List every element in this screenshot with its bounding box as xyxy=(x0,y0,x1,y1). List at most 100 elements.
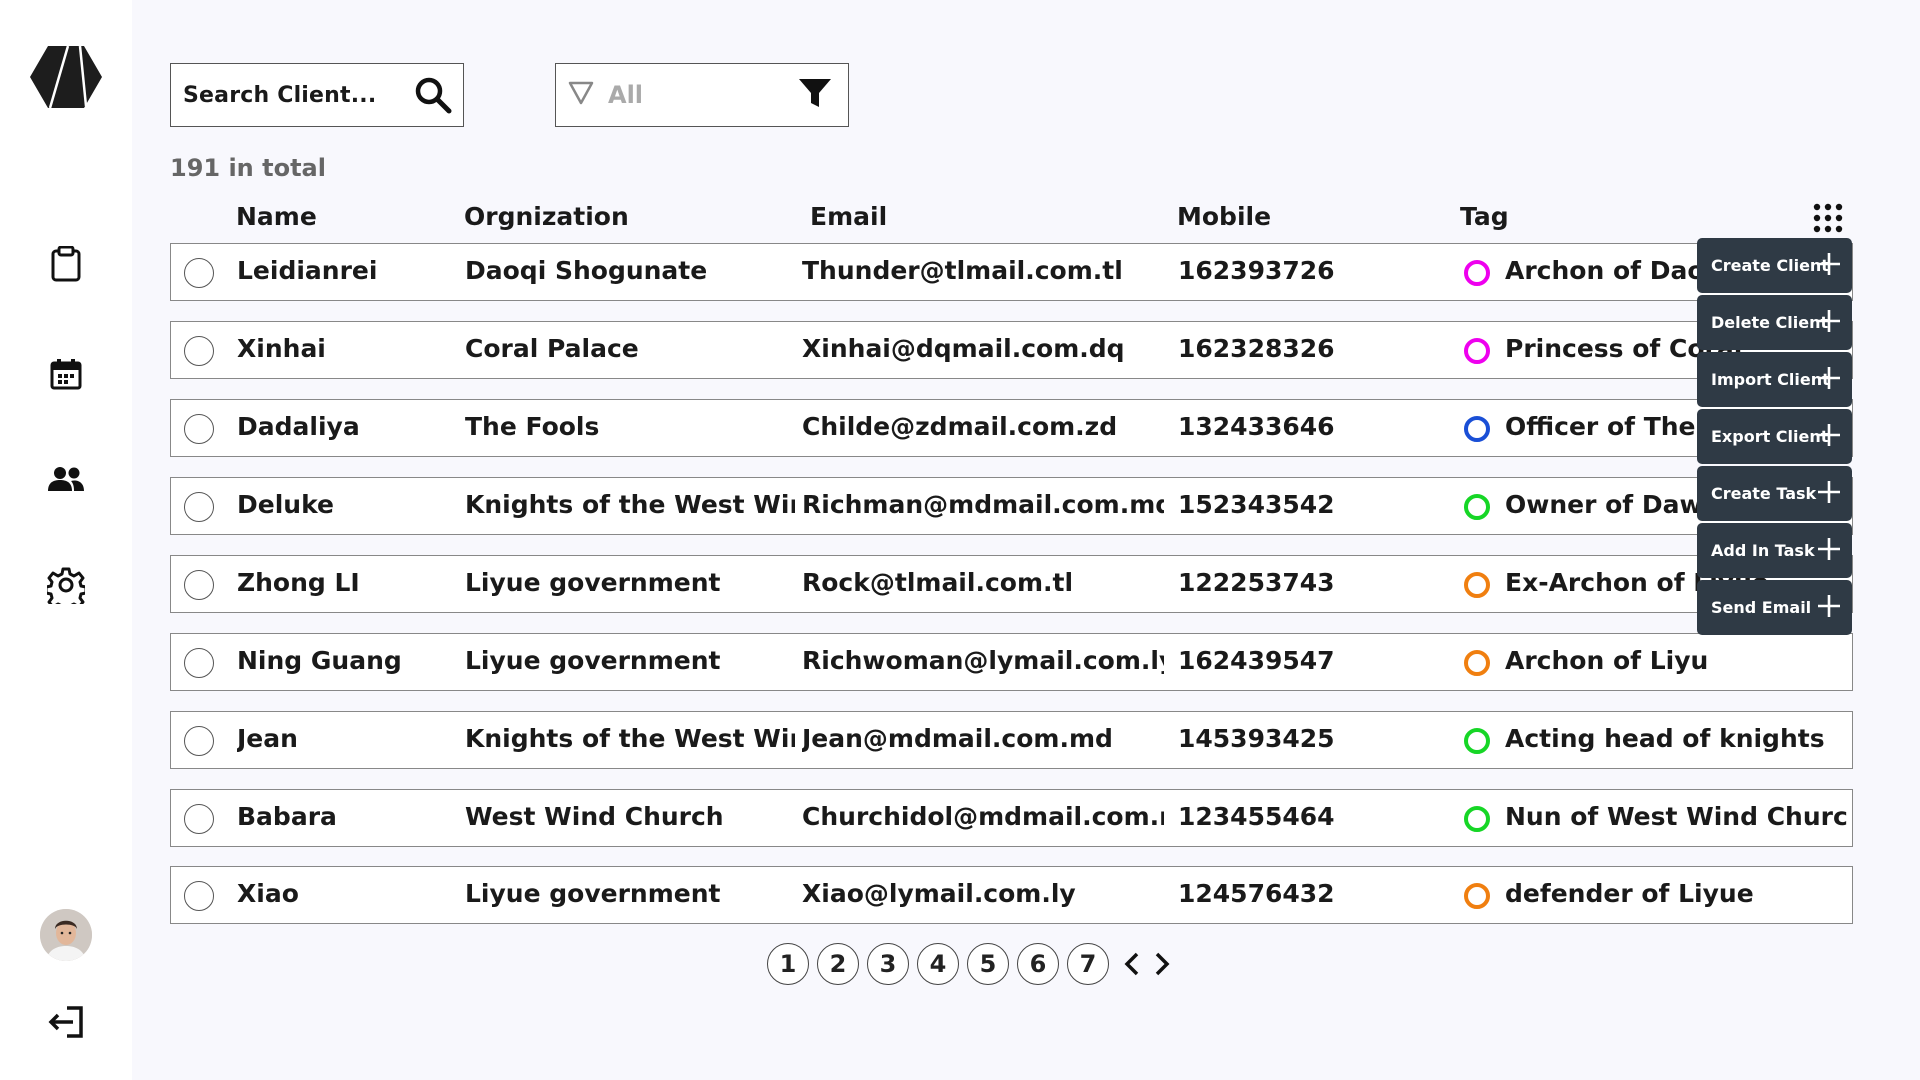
chevron-left-icon[interactable] xyxy=(1117,943,1147,985)
grid-menu-icon[interactable] xyxy=(1812,202,1844,234)
cell-organization: Liyue government xyxy=(465,646,721,675)
filter-outline-icon xyxy=(568,81,594,109)
table-row[interactable]: Ning Guang Liyue government Richwoman@lyma… xyxy=(170,633,1853,691)
cell-mobile: 162439547 xyxy=(1178,646,1335,675)
tag-color-icon xyxy=(1464,260,1490,286)
logout-icon[interactable] xyxy=(42,998,90,1046)
page-button[interactable]: 7 xyxy=(1067,943,1109,985)
cell-name: Xiao xyxy=(237,879,299,908)
cell-organization: Liyue government xyxy=(465,879,721,908)
table-row[interactable]: Leidianrei Daoqi Shogunate Thunder@tlmail.… xyxy=(170,243,1853,301)
search-box[interactable]: Search Client... xyxy=(170,63,464,127)
cell-name: Dadaliya xyxy=(237,412,360,441)
cell-organization: Daoqi Shogunate xyxy=(465,256,708,285)
column-header-email[interactable]: Email xyxy=(810,202,887,231)
cell-email: Thunder@tlmail.com.tl xyxy=(802,256,1123,285)
column-header-tag[interactable]: Tag xyxy=(1460,202,1509,231)
cell-mobile: 123455464 xyxy=(1178,802,1335,831)
cell-organization: Liyue government xyxy=(465,568,721,597)
cell-mobile: 145393425 xyxy=(1178,724,1335,753)
row-select-radio[interactable] xyxy=(184,726,214,756)
cell-mobile: 162393726 xyxy=(1178,256,1335,285)
table-row[interactable]: Zhong LI Liyue government Rock@tlmail.com.… xyxy=(170,555,1853,613)
action-menu: Create Client Delete Client Import Client E… xyxy=(1697,238,1852,637)
total-count: 191 in total xyxy=(170,154,326,182)
plus-icon xyxy=(1818,595,1840,617)
tag-color-icon xyxy=(1464,572,1490,598)
menu-item-label: Add In Task xyxy=(1711,541,1815,560)
row-select-radio[interactable] xyxy=(184,881,214,911)
table-row[interactable]: Xinhai Coral Palace Xinhai@dqmail.com.dq 16… xyxy=(170,321,1853,379)
page-button[interactable]: 6 xyxy=(1017,943,1059,985)
sidebar xyxy=(0,0,132,1080)
menu-item-add-in-task[interactable]: Add In Task xyxy=(1697,523,1852,578)
menu-item-label: Create Client xyxy=(1711,256,1829,275)
row-select-radio[interactable] xyxy=(184,414,214,444)
plus-icon xyxy=(1818,538,1840,560)
cell-organization: Knights of the West Wind xyxy=(465,490,795,519)
cell-email: Richwoman@lymail.com.ly xyxy=(802,646,1164,675)
table-row[interactable]: Dadaliya The Fools Childe@zdmail.com.zd 132… xyxy=(170,399,1853,457)
menu-item-export-client[interactable]: Export Client xyxy=(1697,409,1852,464)
column-header-organization[interactable]: Orgnization xyxy=(464,202,629,231)
people-icon[interactable] xyxy=(42,455,90,503)
menu-item-label: Create Task xyxy=(1711,484,1817,503)
column-header-mobile[interactable]: Mobile xyxy=(1177,202,1271,231)
cell-mobile: 132433646 xyxy=(1178,412,1335,441)
row-select-radio[interactable] xyxy=(184,570,214,600)
cell-tag: Archon of Liyu xyxy=(1505,646,1709,675)
filter-select[interactable]: All xyxy=(555,63,849,127)
cell-email: Jean@mdmail.com.md xyxy=(802,724,1113,753)
menu-item-label: Import Client xyxy=(1711,370,1830,389)
menu-item-create-client[interactable]: Create Client xyxy=(1697,238,1852,293)
plus-icon xyxy=(1818,367,1840,389)
menu-item-delete-client[interactable]: Delete Client xyxy=(1697,295,1852,350)
cell-organization: Coral Palace xyxy=(465,334,639,363)
tag-color-icon xyxy=(1464,494,1490,520)
row-select-radio[interactable] xyxy=(184,336,214,366)
page-button[interactable]: 5 xyxy=(967,943,1009,985)
cell-email: Childe@zdmail.com.zd xyxy=(802,412,1118,441)
page-button[interactable]: 4 xyxy=(917,943,959,985)
tag-color-icon xyxy=(1464,338,1490,364)
search-input[interactable]: Search Client... xyxy=(183,83,403,108)
plus-icon xyxy=(1818,310,1840,332)
avatar[interactable] xyxy=(40,909,92,961)
chevron-right-icon[interactable] xyxy=(1147,943,1177,985)
cell-tag: Nun of West Wind Church xyxy=(1505,802,1847,831)
table-row[interactable]: Jean Knights of the West Wind Jean@mdmail.… xyxy=(170,711,1853,769)
column-header-name[interactable]: Name xyxy=(236,202,317,231)
plus-icon xyxy=(1818,253,1840,275)
filter-icon[interactable] xyxy=(798,78,832,112)
tag-color-icon xyxy=(1464,806,1490,832)
menu-item-import-client[interactable]: Import Client xyxy=(1697,352,1852,407)
calendar-icon[interactable] xyxy=(42,350,90,398)
cell-mobile: 124576432 xyxy=(1178,879,1335,908)
page-button[interactable]: 2 xyxy=(817,943,859,985)
menu-item-send-email[interactable]: Send Email xyxy=(1697,580,1852,635)
tag-color-icon xyxy=(1464,650,1490,676)
page-button[interactable]: 1 xyxy=(767,943,809,985)
menu-item-create-task[interactable]: Create Task xyxy=(1697,466,1852,521)
cell-email: Rock@tlmail.com.tl xyxy=(802,568,1074,597)
row-select-radio[interactable] xyxy=(184,492,214,522)
table-row[interactable]: Xiao Liyue government Xiao@lymail.com.ly 12… xyxy=(170,866,1853,924)
row-select-radio[interactable] xyxy=(184,258,214,288)
cell-organization: West Wind Church xyxy=(465,802,724,831)
search-icon[interactable] xyxy=(403,65,463,125)
cell-mobile: 152343542 xyxy=(1178,490,1335,519)
cell-email: Richman@mdmail.com.md xyxy=(802,490,1164,519)
tag-color-icon xyxy=(1464,728,1490,754)
table-row[interactable]: Babara West Wind Church Churchidol@mdmail.… xyxy=(170,789,1853,847)
cell-mobile: 122253743 xyxy=(1178,568,1335,597)
logo-icon[interactable] xyxy=(30,44,102,110)
page-button[interactable]: 3 xyxy=(867,943,909,985)
gear-icon[interactable] xyxy=(42,561,90,609)
cell-tag: Acting head of knights xyxy=(1505,724,1825,753)
row-select-radio[interactable] xyxy=(184,648,214,678)
clipboard-icon[interactable] xyxy=(42,240,90,288)
cell-name: Leidianrei xyxy=(237,256,378,285)
cell-name: Zhong LI xyxy=(237,568,360,597)
row-select-radio[interactable] xyxy=(184,804,214,834)
table-row[interactable]: Deluke Knights of the West Wind Richman@md… xyxy=(170,477,1853,535)
